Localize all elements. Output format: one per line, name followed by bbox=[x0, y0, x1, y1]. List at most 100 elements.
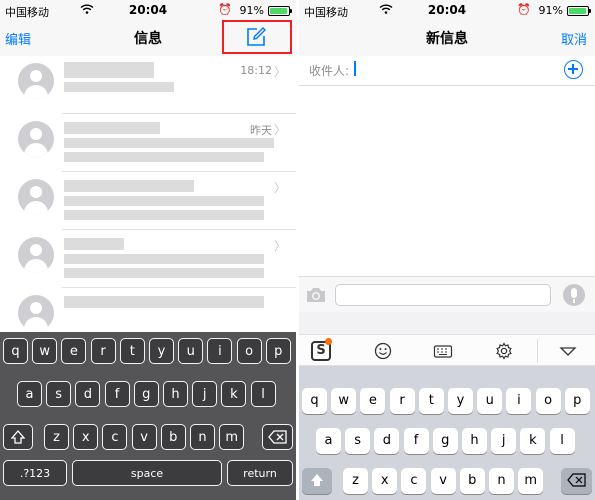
conversation-row[interactable]: 昨天 〉 bbox=[0, 114, 296, 172]
key-i[interactable]: i bbox=[506, 388, 532, 414]
conversation-date: 昨天 bbox=[250, 124, 272, 137]
delete-key[interactable] bbox=[561, 468, 592, 494]
add-contact-button[interactable] bbox=[564, 60, 583, 79]
key-k[interactable]: k bbox=[520, 428, 546, 454]
numbers-key[interactable]: .?123 bbox=[3, 460, 67, 486]
alarm-icon: ⏰ bbox=[517, 3, 531, 16]
key-k[interactable]: k bbox=[221, 381, 247, 407]
key-p[interactable]: p bbox=[265, 338, 291, 364]
key-u[interactable]: u bbox=[178, 338, 204, 364]
status-bar: 中国移动 20:04 ⏰ 91% bbox=[0, 0, 296, 20]
key-r[interactable]: r bbox=[90, 338, 116, 364]
conversation-row[interactable]: 〉 bbox=[0, 230, 296, 288]
conversation-row[interactable]: 18:12 〉 bbox=[0, 56, 296, 114]
compose-icon bbox=[247, 27, 266, 46]
nav-bar: 新信息 取消 bbox=[299, 20, 595, 56]
conversation-date: 18:12 bbox=[240, 64, 272, 77]
key-h[interactable]: h bbox=[462, 428, 487, 454]
message-area bbox=[299, 86, 595, 276]
recipient-field[interactable]: 收件人: bbox=[299, 56, 595, 86]
key-b[interactable]: b bbox=[459, 468, 485, 494]
emoji-icon[interactable] bbox=[374, 341, 392, 361]
key-j[interactable]: j bbox=[192, 381, 218, 407]
cancel-button[interactable]: 取消 bbox=[561, 29, 587, 48]
key-y[interactable]: y bbox=[149, 338, 174, 364]
shift-key[interactable] bbox=[302, 468, 332, 494]
settings-gear-icon[interactable] bbox=[495, 341, 513, 361]
conversation-row[interactable] bbox=[0, 288, 296, 332]
chevron-right-icon: 〉 bbox=[273, 181, 286, 195]
key-g[interactable]: g bbox=[133, 381, 159, 407]
key-m[interactable]: m bbox=[219, 424, 245, 450]
new-message-screen: 中国移动 20:04 ⏰ 91% 新信息 取消 收件人: S qwertyuio… bbox=[299, 0, 595, 500]
key-w[interactable]: w bbox=[331, 388, 357, 414]
key-d[interactable]: d bbox=[374, 428, 400, 454]
keyboard-icon[interactable] bbox=[433, 341, 453, 361]
key-x[interactable]: x bbox=[73, 424, 99, 450]
key-l[interactable]: l bbox=[250, 381, 276, 407]
key-h[interactable]: h bbox=[163, 381, 188, 407]
key-x[interactable]: x bbox=[372, 468, 398, 494]
camera-icon[interactable] bbox=[305, 286, 327, 304]
key-m[interactable]: m bbox=[518, 468, 544, 494]
battery-percent: 91% bbox=[239, 4, 264, 17]
delete-key[interactable] bbox=[262, 424, 293, 450]
key-q[interactable]: q bbox=[3, 338, 28, 364]
key-y[interactable]: y bbox=[448, 388, 473, 414]
key-f[interactable]: f bbox=[104, 381, 130, 407]
conversation-list: 18:12 〉 昨天 〉 〉 〉 bbox=[0, 56, 296, 332]
shift-icon bbox=[311, 474, 323, 486]
avatar bbox=[18, 295, 54, 331]
key-d[interactable]: d bbox=[75, 381, 101, 407]
key-t[interactable]: t bbox=[119, 338, 145, 364]
key-p[interactable]: p bbox=[564, 388, 590, 414]
chevron-right-icon: 〉 bbox=[273, 65, 286, 79]
chevron-down-icon[interactable] bbox=[559, 341, 577, 361]
key-z[interactable]: z bbox=[343, 468, 368, 494]
avatar bbox=[18, 121, 54, 157]
avatar bbox=[18, 63, 54, 99]
avatar bbox=[18, 237, 54, 273]
chevron-right-icon: 〉 bbox=[273, 123, 286, 137]
key-i[interactable]: i bbox=[207, 338, 233, 364]
key-s[interactable]: s bbox=[345, 428, 371, 454]
key-v[interactable]: v bbox=[430, 468, 456, 494]
microphone-icon[interactable] bbox=[563, 284, 585, 306]
backspace-icon bbox=[566, 473, 586, 487]
key-g[interactable]: g bbox=[432, 428, 458, 454]
key-o[interactable]: o bbox=[236, 338, 262, 364]
key-n[interactable]: n bbox=[190, 424, 215, 450]
battery-icon bbox=[268, 6, 292, 16]
key-q[interactable]: q bbox=[302, 388, 327, 414]
shift-key[interactable] bbox=[3, 424, 33, 450]
key-s[interactable]: s bbox=[46, 381, 72, 407]
key-l[interactable]: l bbox=[549, 428, 575, 454]
key-u[interactable]: u bbox=[477, 388, 503, 414]
key-b[interactable]: b bbox=[160, 424, 186, 450]
key-a[interactable]: a bbox=[316, 428, 341, 454]
key-z[interactable]: z bbox=[44, 424, 69, 450]
battery-percent: 91% bbox=[538, 4, 563, 17]
key-o[interactable]: o bbox=[535, 388, 561, 414]
key-t[interactable]: t bbox=[418, 388, 444, 414]
key-e[interactable]: e bbox=[360, 388, 386, 414]
conversation-row[interactable]: 〉 bbox=[0, 172, 296, 230]
keyboard: qwertyuiop asdfghjkl zxcvbnm .?123 space… bbox=[0, 332, 296, 500]
message-input[interactable] bbox=[335, 284, 551, 306]
battery-icon bbox=[567, 6, 591, 16]
key-n[interactable]: n bbox=[489, 468, 514, 494]
key-r[interactable]: r bbox=[389, 388, 415, 414]
space-key[interactable]: space bbox=[72, 460, 222, 486]
key-j[interactable]: j bbox=[491, 428, 517, 454]
key-f[interactable]: f bbox=[403, 428, 429, 454]
return-key[interactable]: return bbox=[227, 460, 293, 486]
key-c[interactable]: c bbox=[401, 468, 427, 494]
key-v[interactable]: v bbox=[131, 424, 157, 450]
backspace-icon bbox=[267, 430, 287, 444]
key-c[interactable]: c bbox=[102, 424, 128, 450]
status-bar: 中国移动 20:04 ⏰ 91% bbox=[299, 0, 595, 20]
key-w[interactable]: w bbox=[32, 338, 58, 364]
compose-button[interactable] bbox=[222, 20, 292, 54]
key-a[interactable]: a bbox=[17, 381, 42, 407]
key-e[interactable]: e bbox=[61, 338, 87, 364]
